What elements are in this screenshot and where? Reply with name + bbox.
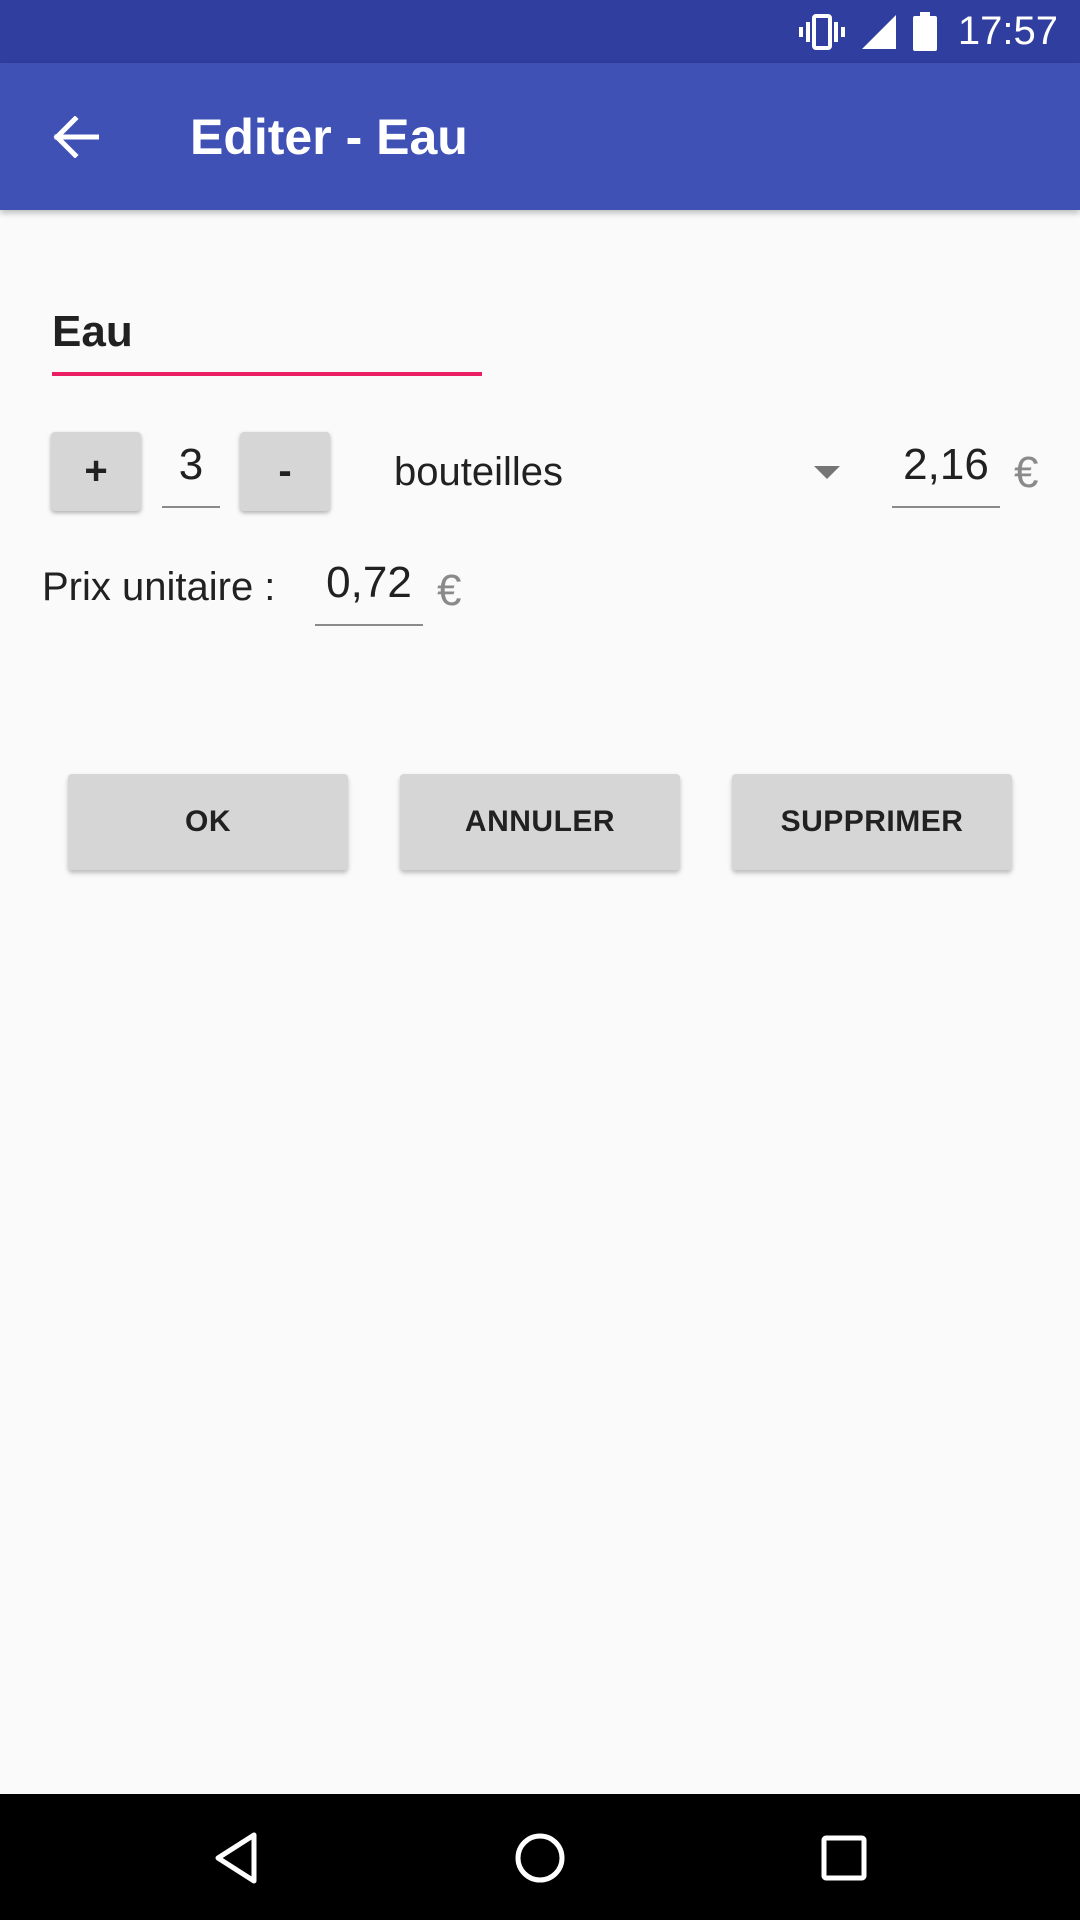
unit-price-label: Prix unitaire :: [42, 565, 276, 609]
delete-button[interactable]: SUPPRIMER: [732, 774, 1012, 870]
total-price-input[interactable]: [892, 440, 1000, 490]
total-currency: €: [1014, 448, 1039, 497]
vibrate-icon: [798, 13, 845, 50]
item-name-field[interactable]: [52, 300, 482, 376]
home-circle-icon: [515, 1833, 565, 1883]
unit-dropdown[interactable]: bouteilles: [380, 440, 840, 504]
status-icons: 17:57: [798, 0, 1058, 63]
nav-back-button[interactable]: [200, 1822, 272, 1894]
unit-selected-value: bouteilles: [394, 449, 564, 494]
unit-price-input[interactable]: [315, 558, 423, 608]
recents-square-icon: [821, 1835, 867, 1881]
back-triangle-icon: [215, 1832, 257, 1884]
status-time: 17:57: [957, 9, 1058, 53]
item-name-input[interactable]: [52, 300, 482, 364]
ok-button[interactable]: OK: [68, 774, 348, 870]
quantity-field[interactable]: [162, 440, 220, 508]
decrement-button[interactable]: -: [240, 432, 330, 511]
app-bar: Editer - Eau: [0, 63, 1080, 210]
signal-icon: [861, 14, 896, 49]
status-bar: 17:57: [0, 0, 1080, 63]
nav-recents-button[interactable]: [808, 1822, 880, 1894]
total-price-field[interactable]: [892, 440, 1000, 508]
navigation-bar: [0, 1794, 1080, 1920]
back-button[interactable]: [38, 99, 113, 174]
unit-price-field[interactable]: [315, 558, 423, 626]
unit-price-currency: €: [437, 566, 462, 615]
cancel-button[interactable]: ANNULER: [400, 774, 680, 870]
quantity-input[interactable]: [162, 440, 220, 490]
nav-home-button[interactable]: [504, 1822, 576, 1894]
page-title: Editer - Eau: [190, 109, 468, 165]
dropdown-arrow-icon: [814, 466, 840, 479]
arrow-back-icon: [52, 115, 99, 158]
increment-button[interactable]: +: [51, 432, 141, 511]
battery-icon: [912, 11, 937, 51]
